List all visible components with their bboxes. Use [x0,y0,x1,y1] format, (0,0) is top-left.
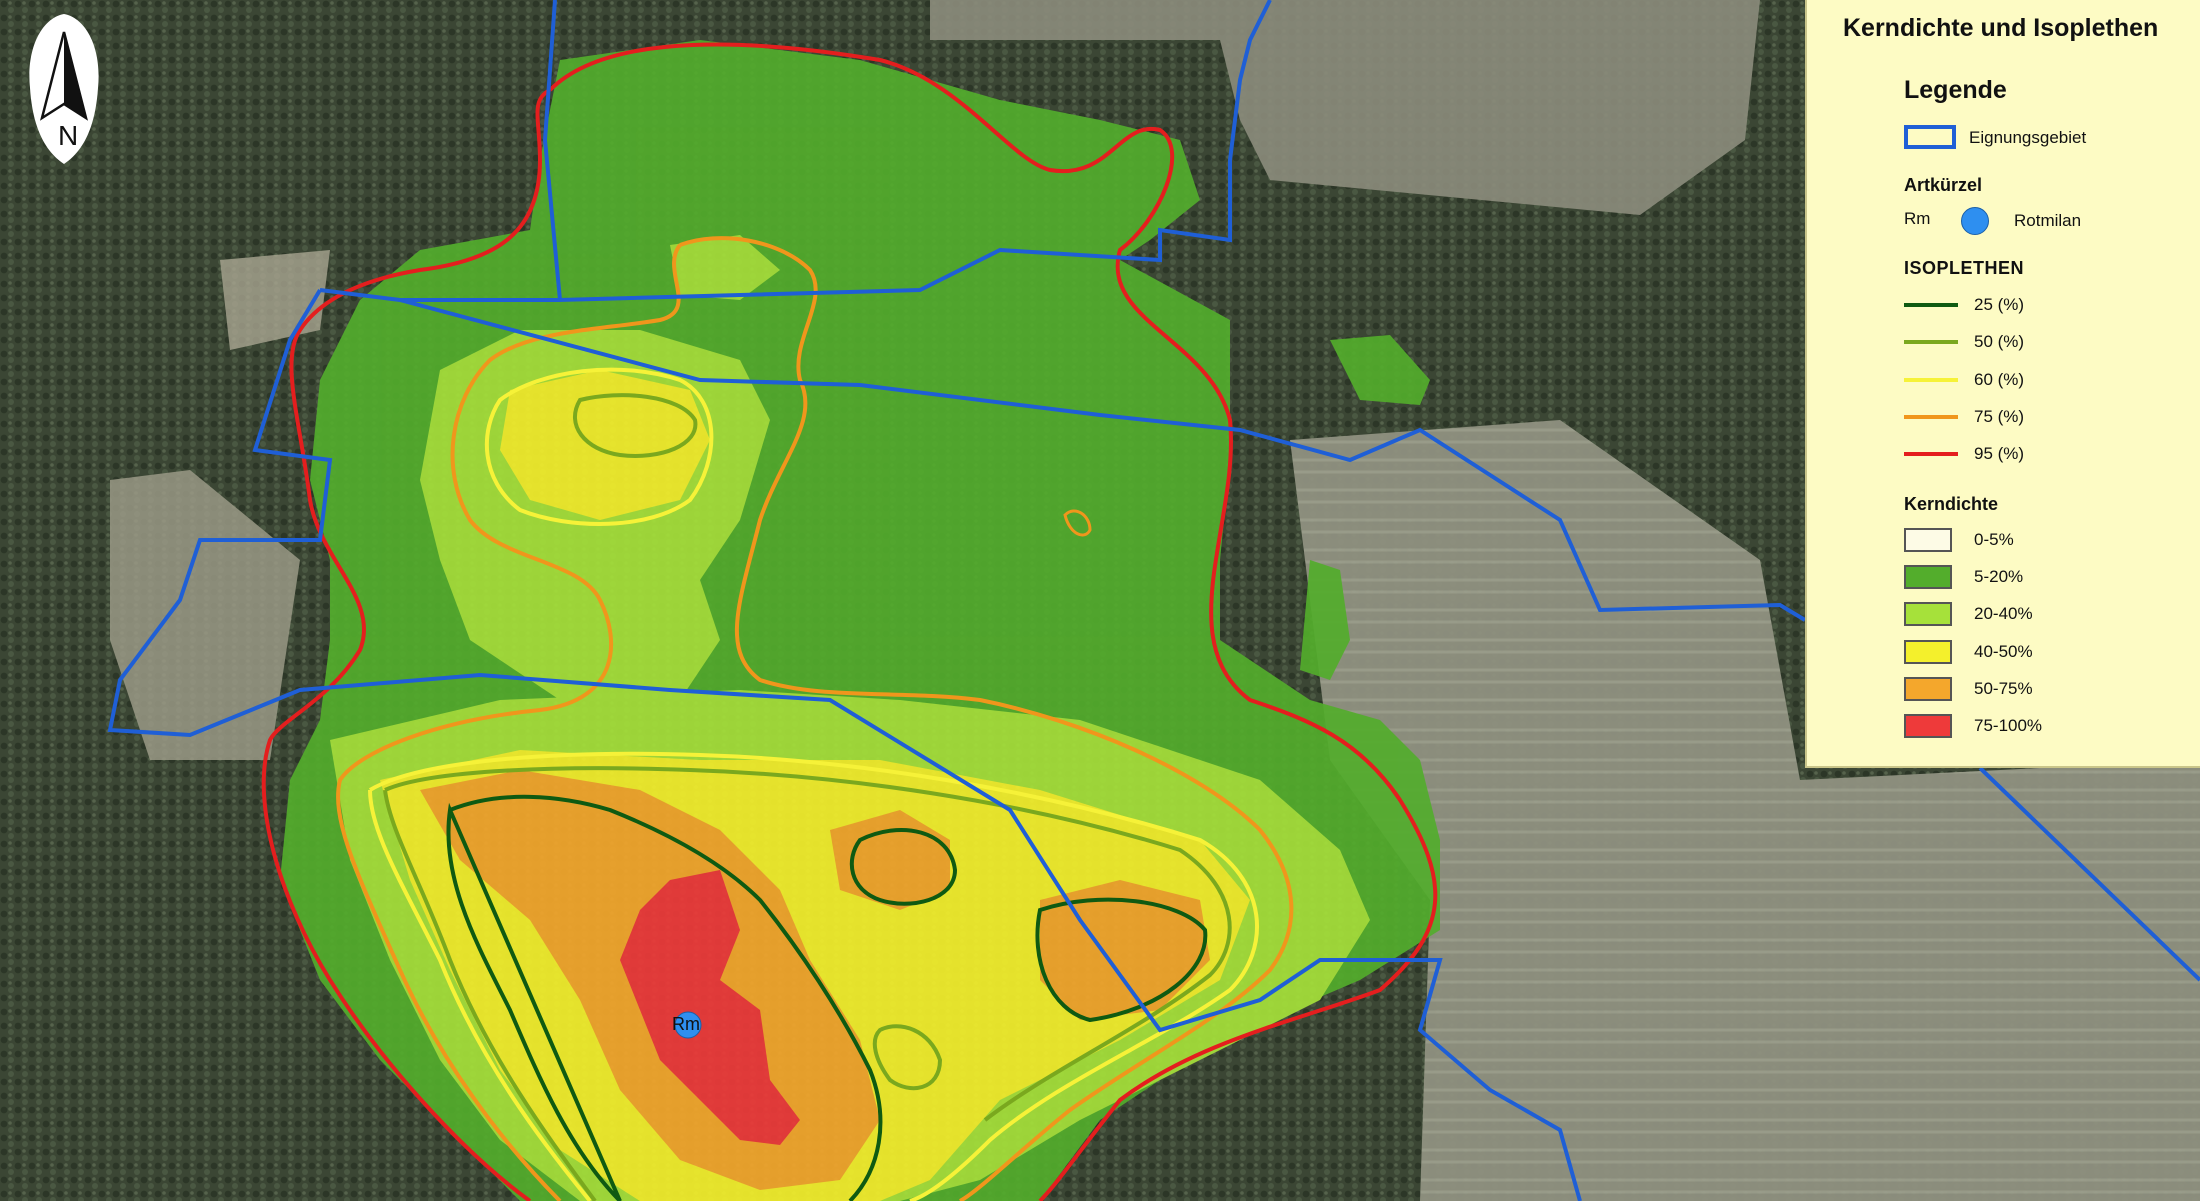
kerndichte-75-100-swatch [1904,714,1952,738]
kerndichte-5-20-swatch [1904,565,1952,589]
kerndichte-50-75-swatch [1904,677,1952,701]
isopleth-75-swatch [1904,415,1958,419]
kerndichte-0-5-swatch [1904,528,1952,552]
species-name: Rotmilan [2014,211,2082,230]
north-arrow: N [20,8,108,168]
kerndichte-40-50-label: 40-50% [1974,642,2033,661]
map-point-label: Rm [672,1014,700,1034]
legend-heading: Legende [1904,76,2007,104]
isopleth-60-label: 60 (%) [1974,370,2025,389]
kerndichte-50-75-label: 50-75% [1974,679,2033,698]
isopleth-60-swatch [1904,378,1958,382]
isopleth-50-swatch [1904,340,1958,344]
isopleth-25-swatch [1904,303,1958,307]
kerndichte-40-50-swatch [1904,640,1952,664]
eignungsgebiet-swatch [1904,125,1956,149]
kerndichte-0-5-label: 0-5% [1974,530,2014,549]
rotmilan-symbol [1961,207,1989,235]
isopleth-95-label: 95 (%) [1974,444,2025,463]
legend-title: Kerndichte und Isoplethen [1843,14,2159,42]
species-code: Rm [1904,209,1931,228]
kerndichte-75-100-label: 75-100% [1974,716,2043,735]
isopleth-75-label: 75 (%) [1974,407,2025,426]
isopleth-50-label: 50 (%) [1974,332,2025,351]
eignungsgebiet-label: Eignungsgebiet [1969,128,2087,147]
isopleth-25-label: 25 (%) [1974,295,2025,314]
kerndichte-heading: Kerndichte [1904,494,1999,514]
kerndichte-5-20-label: 5-20% [1974,567,2024,586]
isopleth-95-swatch [1904,452,1958,456]
legend-panel: Kerndichte und Isoplethen Legende Eignun… [1805,0,2200,768]
artkuerzel-heading: Artkürzel [1904,175,1983,195]
kerndichte-20-40-label: 20-40% [1974,604,2033,623]
kerndichte-20-40-swatch [1904,602,1952,626]
isoplethen-heading: ISOPLETHEN [1904,258,2025,278]
north-label: N [58,120,79,151]
